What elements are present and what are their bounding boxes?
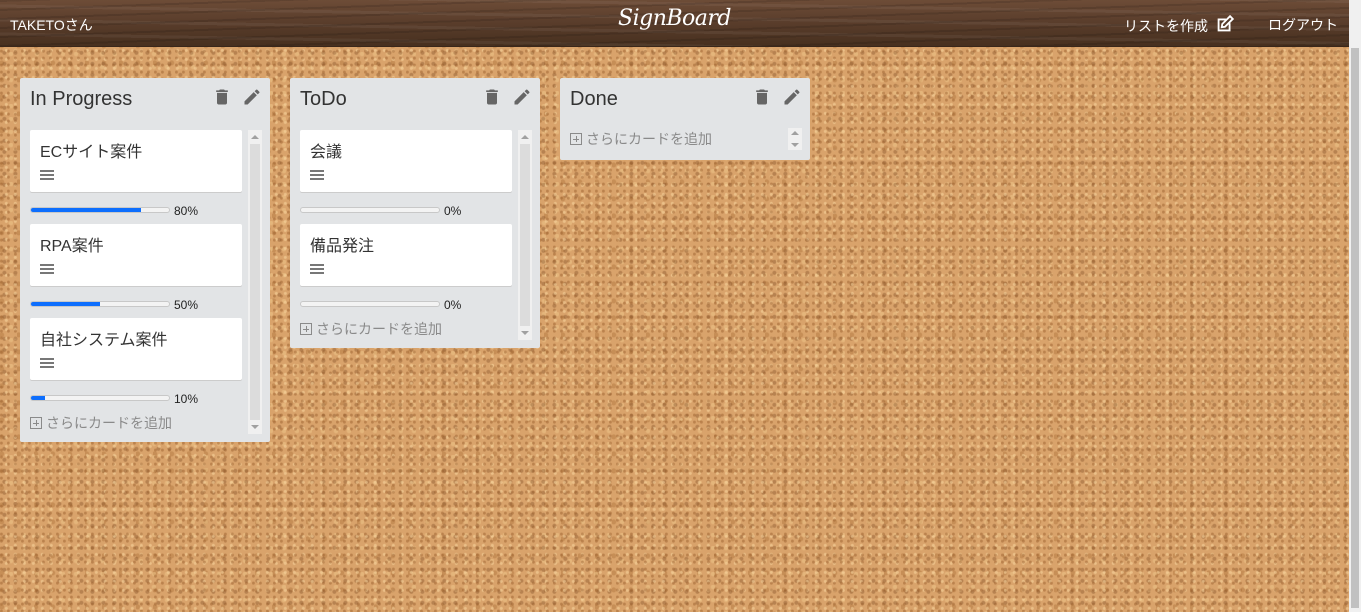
- card-progress: 80%: [30, 192, 262, 224]
- card[interactable]: 自社システム案件: [30, 318, 242, 380]
- list-in-progress: In Progress ECサイト案件 80% RPA案件 50% 自社システム…: [20, 78, 270, 442]
- progress-label: 0%: [444, 204, 462, 218]
- app-logo[interactable]: SignBoard: [618, 6, 732, 31]
- logout-link[interactable]: ログアウト: [1268, 15, 1338, 35]
- add-card-button[interactable]: さらにカードを追加: [570, 128, 802, 150]
- hamburger-icon[interactable]: [310, 170, 324, 180]
- progress-bar: [30, 207, 170, 213]
- add-card-label: さらにカードを追加: [316, 321, 442, 337]
- scroll-down-arrow-icon[interactable]: [251, 425, 259, 429]
- card-title: 自社システム案件: [40, 332, 168, 349]
- card[interactable]: 会議: [300, 130, 512, 192]
- pencil-icon[interactable]: [512, 87, 532, 107]
- list-title: Done: [570, 88, 618, 110]
- top-header: TAKETOさん SignBoard リストを作成 ログアウト: [0, 0, 1349, 47]
- pencil-icon[interactable]: [242, 87, 262, 107]
- progress-bar: [30, 395, 170, 401]
- hamburger-icon[interactable]: [40, 358, 54, 368]
- hamburger-icon[interactable]: [40, 170, 54, 180]
- list-scrollbar-thumb[interactable]: [520, 144, 530, 326]
- card-progress: 10%: [30, 380, 262, 412]
- list-scrollbar-thumb[interactable]: [250, 144, 260, 420]
- list-done: Done さらにカードを追加: [560, 78, 810, 160]
- trash-icon[interactable]: [752, 87, 772, 107]
- plus-square-icon: [30, 417, 42, 429]
- card[interactable]: 備品発注: [300, 224, 512, 286]
- progress-label: 0%: [444, 298, 462, 312]
- card[interactable]: ECサイト案件: [30, 130, 242, 192]
- card-title: 備品発注: [310, 238, 375, 255]
- scroll-down-arrow-icon[interactable]: [791, 143, 799, 147]
- plus-square-icon: [570, 133, 582, 145]
- create-list-button[interactable]: リストを作成: [1124, 13, 1236, 38]
- page-scrollbar-thumb[interactable]: [1351, 48, 1359, 608]
- card[interactable]: RPA案件: [30, 224, 242, 286]
- list-title: In Progress: [30, 88, 133, 110]
- card-title: 会議: [310, 144, 343, 161]
- page-scrollbar[interactable]: [1349, 0, 1361, 612]
- list-header: Done: [560, 78, 810, 124]
- trash-icon[interactable]: [212, 87, 232, 107]
- pencil-icon[interactable]: [782, 87, 802, 107]
- progress-bar: [30, 301, 170, 307]
- scroll-down-arrow-icon[interactable]: [521, 331, 529, 335]
- plus-square-icon: [300, 323, 312, 335]
- card-progress: 50%: [30, 286, 262, 318]
- list-header: ToDo: [290, 78, 540, 124]
- progress-bar: [300, 207, 440, 213]
- list-scrollbar[interactable]: [788, 128, 802, 150]
- add-card-label: さらにカードを追加: [586, 131, 712, 147]
- add-card-label: さらにカードを追加: [46, 415, 172, 431]
- list-header: In Progress: [20, 78, 270, 124]
- scroll-up-arrow-icon[interactable]: [521, 135, 529, 139]
- hamburger-icon[interactable]: [310, 264, 324, 274]
- trash-icon[interactable]: [482, 87, 502, 107]
- edit-square-icon: [1214, 13, 1236, 38]
- scroll-up-arrow-icon[interactable]: [791, 131, 799, 135]
- list-scrollbar[interactable]: [248, 130, 262, 434]
- user-name: TAKETOさん: [10, 17, 93, 33]
- list-todo: ToDo 会議 0% 備品発注 0% さらにカードを追加: [290, 78, 540, 348]
- add-card-button[interactable]: さらにカードを追加: [30, 412, 262, 434]
- card-progress: 0%: [300, 286, 532, 318]
- progress-label: 10%: [174, 392, 199, 406]
- list-scrollbar[interactable]: [518, 130, 532, 340]
- list-title: ToDo: [300, 88, 347, 110]
- card-progress: 0%: [300, 192, 532, 224]
- card-title: ECサイト案件: [40, 144, 143, 161]
- progress-label: 50%: [174, 298, 199, 312]
- create-list-label: リストを作成: [1124, 17, 1208, 34]
- card-title: RPA案件: [40, 238, 104, 255]
- hamburger-icon[interactable]: [40, 264, 54, 274]
- scroll-up-arrow-icon[interactable]: [251, 135, 259, 139]
- add-card-button[interactable]: さらにカードを追加: [300, 318, 532, 340]
- progress-label: 80%: [174, 204, 199, 218]
- progress-bar: [300, 301, 440, 307]
